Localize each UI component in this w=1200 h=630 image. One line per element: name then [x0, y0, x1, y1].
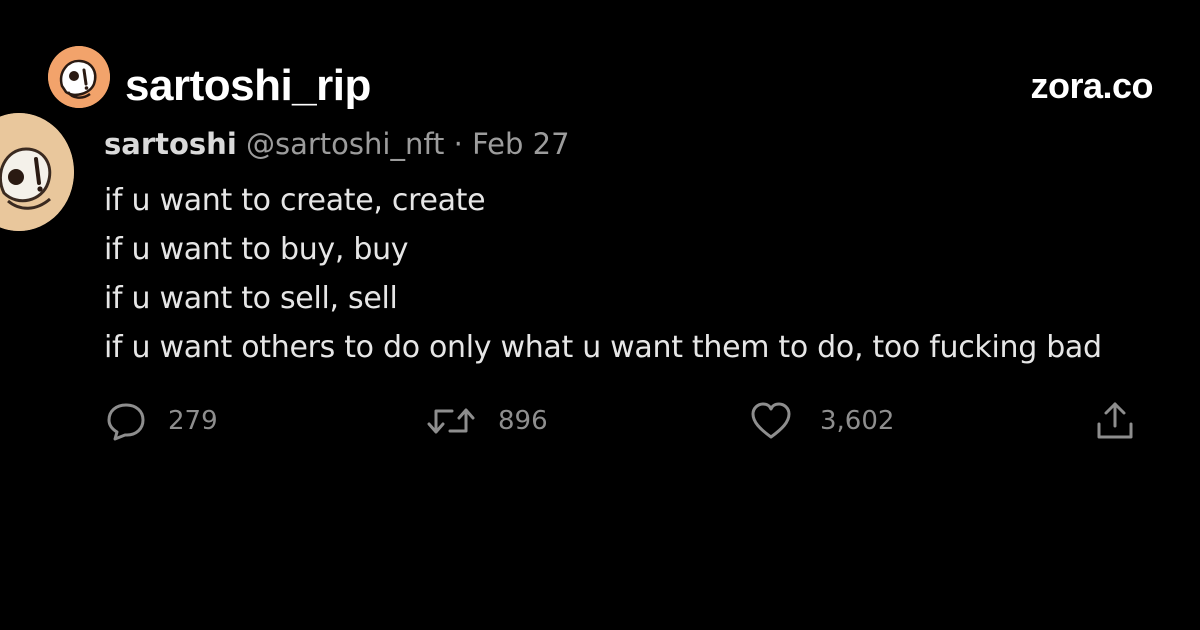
brand-avatar[interactable] [48, 46, 110, 108]
tweet-actions: 279 896 3,602 [0, 398, 1200, 444]
reply-icon [107, 403, 145, 441]
tweet-line: if u want others to do only what u want … [104, 330, 1102, 365]
retweet-icon [427, 408, 475, 434]
like-count: 3,602 [820, 406, 895, 436]
tweet-line: if u want to create, create [104, 183, 486, 218]
tweet-avatar[interactable] [0, 113, 74, 231]
tweet-handle[interactable]: @sartoshi_nft [246, 127, 444, 161]
tweet-separator: · [453, 127, 463, 161]
like-button[interactable]: 3,602 [750, 398, 894, 444]
cartoon-avatar-icon [0, 113, 74, 231]
heart-icon [751, 402, 791, 439]
tweet-date[interactable]: Feb 27 [472, 127, 569, 161]
tweet-line: if u want to buy, buy [104, 232, 409, 267]
cartoon-avatar-icon [48, 46, 110, 108]
tweet-line: if u want to sell, sell [104, 281, 398, 316]
reply-button[interactable]: 279 [106, 398, 218, 444]
reply-count: 279 [168, 406, 218, 436]
tweet-header: sartoshi @sartoshi_nft · Feb 27 [104, 124, 570, 164]
retweet-count: 896 [498, 406, 548, 436]
retweet-button[interactable]: 896 [426, 398, 548, 444]
share-icon [1097, 402, 1133, 439]
tweet-display-name[interactable]: sartoshi [104, 127, 237, 161]
brand-name[interactable]: sartoshi_rip [125, 56, 371, 116]
share-button[interactable] [1094, 398, 1136, 444]
brand-site-link[interactable]: zora.co [1030, 56, 1153, 116]
tweet-body: if u want to create, create if u want to… [104, 176, 1102, 372]
